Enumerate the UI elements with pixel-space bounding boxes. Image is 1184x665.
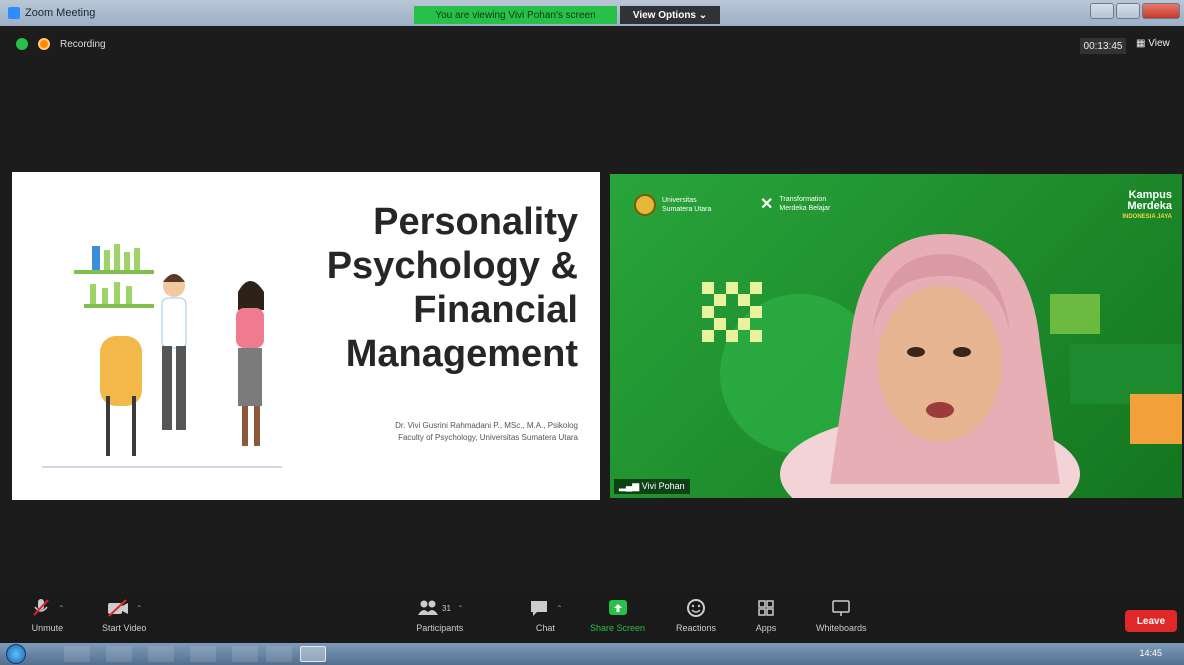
signal-icon: ▂▄▆ xyxy=(619,481,642,491)
participants-label: Participants xyxy=(416,623,464,633)
usu-logo-line-1: Universitas xyxy=(662,197,697,204)
participants-count: 31 xyxy=(442,603,451,613)
share-screen-icon xyxy=(608,600,627,615)
reactions-button[interactable]: Reactions xyxy=(676,597,716,633)
slide-author: Dr. Vivi Gusrini Rahmadani P., MSc., M.A… xyxy=(278,420,578,444)
leave-button[interactable]: Leave xyxy=(1125,610,1177,632)
slide-title-line-3: Financial xyxy=(413,289,578,331)
video-chevron-icon[interactable]: ⌃ xyxy=(136,604,143,613)
taskbar-app-icon[interactable] xyxy=(266,646,292,662)
usu-logo-line-2: Sumatera Utara xyxy=(662,206,712,213)
transformation-logo: ✕ Transformation Merdeka Belajar xyxy=(760,194,830,214)
chat-button[interactable]: ⌃ Chat xyxy=(528,597,563,633)
window-title: Zoom Meeting xyxy=(25,7,96,19)
recording-icon xyxy=(38,38,50,50)
chat-label: Chat xyxy=(535,623,555,633)
shared-screen-slide: Personality Psychology & Financial Manag… xyxy=(12,172,600,500)
reactions-label: Reactions xyxy=(676,623,717,633)
security-shield-icon[interactable] xyxy=(16,38,28,50)
participants-button[interactable]: 31 ⌃ Participants xyxy=(416,597,464,633)
meeting-timer: 00:13:45 xyxy=(1080,38,1126,54)
system-clock: 14:45 xyxy=(1139,648,1162,658)
whiteboards-button[interactable]: Whiteboards xyxy=(816,597,867,633)
participants-chevron-icon[interactable]: ⌃ xyxy=(457,604,464,613)
merdeka-line-3: INDONESIA JAYA xyxy=(1122,214,1172,220)
slide-author-affiliation: Faculty of Psychology, Universitas Sumat… xyxy=(398,433,578,442)
slide-title-line-2: Psychology & xyxy=(326,245,578,287)
usu-emblem-icon xyxy=(634,194,656,216)
chat-icon xyxy=(531,601,547,616)
chat-chevron-icon[interactable]: ⌃ xyxy=(556,604,563,613)
participant-name-tag: ▂▄▆ Vivi Pohan xyxy=(614,479,690,494)
window-controls xyxy=(1090,3,1180,19)
meeting-toolbar: ⌃ Unmute ⌃ Start Video 31 ⌃ Participants … xyxy=(0,593,1184,643)
transformation-mark-icon: ✕ xyxy=(760,196,774,213)
taskbar-zoom-icon[interactable] xyxy=(300,646,326,662)
participants-icon xyxy=(418,600,438,615)
apps-button[interactable]: Apps xyxy=(755,597,777,633)
whiteboard-icon xyxy=(832,600,851,616)
transformation-logo-line-1: Transformation xyxy=(779,196,827,203)
view-button[interactable]: ▦ View xyxy=(1136,38,1170,49)
taskbar-app-icon[interactable] xyxy=(232,646,258,662)
slide-title: Personality Psychology & Financial Manag… xyxy=(258,200,578,376)
share-screen-button[interactable]: Share Screen xyxy=(590,597,645,633)
reactions-icon xyxy=(687,599,706,617)
video-background-graphics xyxy=(702,234,1182,498)
slide-title-line-4: Management xyxy=(345,333,578,375)
windows-taskbar: 14:45 xyxy=(0,643,1184,665)
whiteboards-label: Whiteboards xyxy=(816,623,867,633)
microphone-muted-icon xyxy=(33,599,49,616)
recording-indicator: Recording xyxy=(16,38,106,50)
viewing-screen-banner: You are viewing Vivi Pohan's screen xyxy=(414,6,617,24)
speaker-video[interactable]: Universitas Sumatera Utara ✕ Transformat… xyxy=(610,174,1182,498)
unmute-chevron-icon[interactable]: ⌃ xyxy=(58,604,65,613)
zoom-app: Zoom Meeting You are viewing Vivi Pohan'… xyxy=(0,0,1184,665)
close-window-button[interactable] xyxy=(1142,3,1180,19)
merdeka-line-2: Merdeka xyxy=(1127,200,1172,212)
start-button-icon[interactable] xyxy=(6,644,26,664)
video-off-icon xyxy=(107,599,128,617)
slide-title-line-1: Personality xyxy=(373,201,578,243)
minimize-button[interactable] xyxy=(1090,3,1114,19)
share-screen-label: Share Screen xyxy=(590,623,646,633)
taskbar-explorer-icon[interactable] xyxy=(64,646,90,662)
view-options-button[interactable]: View Options ⌄ xyxy=(620,6,720,24)
participant-name: Vivi Pohan xyxy=(641,481,685,491)
apps-icon xyxy=(758,600,774,616)
view-label: View xyxy=(1148,38,1170,49)
title-bar: Zoom Meeting You are viewing Vivi Pohan'… xyxy=(0,0,1184,26)
taskbar-media-icon[interactable] xyxy=(148,646,174,662)
usu-logo: Universitas Sumatera Utara xyxy=(634,194,711,216)
taskbar-browser-icon[interactable] xyxy=(106,646,132,662)
meeting-area: Recording 00:13:45 ▦ View Personality Ps… xyxy=(0,26,1184,593)
start-video-button[interactable]: ⌃ Start Video xyxy=(102,597,146,633)
grid-icon: ▦ xyxy=(1136,38,1149,49)
slide-author-name: Dr. Vivi Gusrini Rahmadani P., MSc., M.A… xyxy=(395,421,578,430)
transformation-logo-line-2: Merdeka Belajar xyxy=(779,205,831,212)
recording-label: Recording xyxy=(60,38,106,50)
taskbar-app-icon[interactable] xyxy=(190,646,216,662)
kampus-merdeka-logo: Kampus Merdeka INDONESIA JAYA xyxy=(1122,190,1172,223)
apps-label: Apps xyxy=(755,623,777,633)
maximize-button[interactable] xyxy=(1116,3,1140,19)
start-video-label: Start Video xyxy=(102,623,147,633)
unmute-button[interactable]: ⌃ Unmute xyxy=(30,597,65,633)
unmute-label: Unmute xyxy=(31,623,64,633)
zoom-app-icon xyxy=(8,7,20,19)
